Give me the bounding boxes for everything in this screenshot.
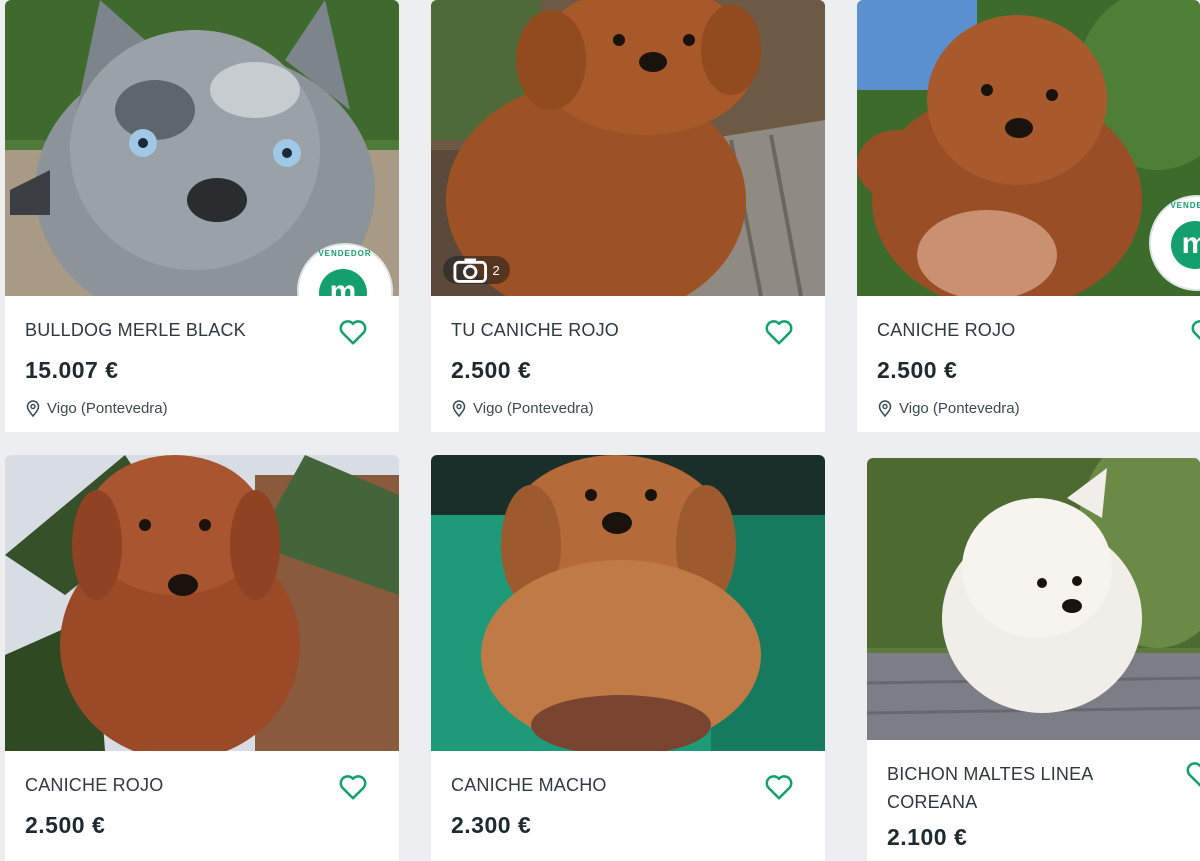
listing-title: TU CANICHE ROJO — [451, 320, 620, 340]
listing-price: 2.500 € — [451, 357, 532, 383]
listing-card[interactable]: 2 TU CANICHE ROJO 2.500 € Vigo (Ponteved… — [431, 0, 825, 432]
listing-photo[interactable] — [431, 455, 825, 751]
listing-card[interactable]: BICHON MALTES LINEA COREANA 2.100 € — [867, 458, 1200, 861]
location-pin-icon — [452, 400, 466, 417]
location-text: Vigo (Pontevedra) — [47, 400, 168, 417]
listing-price: 2.300 € — [451, 812, 532, 838]
listing-card[interactable]: CANICHE MACHO 2.300 € — [431, 455, 825, 861]
listing-price: 2.500 € — [877, 357, 958, 383]
listing-photo[interactable] — [5, 455, 399, 751]
location-pin-icon — [878, 400, 892, 417]
listing-card[interactable]: VENDEDOR m CANICHE ROJO 2.500 € Vigo (Po… — [857, 0, 1200, 432]
heart-icon[interactable] — [764, 318, 794, 346]
badge-ring-text: VENDEDOR — [1170, 201, 1200, 210]
listing-photo[interactable]: 2 — [431, 0, 825, 296]
location-text: Vigo (Pontevedra) — [473, 400, 594, 417]
listing-photo[interactable] — [867, 458, 1200, 740]
photo-count: 2 — [492, 262, 500, 278]
listing-price: 2.100 € — [887, 824, 968, 850]
listing-price: 15.007 € — [25, 357, 119, 383]
listing-title: BULLDOG MERLE BLACK — [25, 320, 246, 340]
maltese-photo — [867, 458, 1200, 740]
photo-counter: 2 — [443, 256, 510, 284]
badge-ring-text: VENDEDOR — [318, 249, 372, 258]
listing-card[interactable]: CANICHE ROJO 2.500 € — [5, 455, 399, 861]
listing-title: CANICHE ROJO — [877, 320, 1016, 340]
location-pin-icon — [26, 400, 40, 417]
location-text: Vigo (Pontevedra) — [899, 400, 1020, 417]
badge-logo: m — [319, 269, 367, 296]
listing-title: CANICHE MACHO — [451, 775, 607, 795]
heart-icon[interactable] — [338, 318, 368, 346]
listing-title-line2: COREANA — [887, 792, 978, 812]
listing-card[interactable]: VENDEDOR m BULLDOG MERLE BLACK 15.007 € … — [5, 0, 399, 432]
listing-price: 2.500 € — [25, 812, 106, 838]
listing-title: BICHON MALTES LINEA COREANA — [887, 760, 1094, 816]
heart-icon[interactable] — [764, 773, 794, 801]
heart-icon[interactable] — [338, 773, 368, 801]
listing-photo[interactable]: VENDEDOR m — [5, 0, 399, 296]
listing-location: Vigo (Pontevedra) — [25, 400, 168, 417]
listing-location: Vigo (Pontevedra) — [877, 400, 1020, 417]
poodle-green-wall-photo — [431, 455, 825, 751]
badge-logo: m — [1171, 221, 1200, 269]
poodle-hand-photo — [857, 0, 1200, 296]
poodle-deck-photo — [431, 0, 825, 296]
listing-location: Vigo (Pontevedra) — [451, 400, 594, 417]
listing-title: CANICHE ROJO — [25, 775, 164, 795]
listing-title-line1: BICHON MALTES LINEA — [887, 764, 1094, 784]
poodle-palm-photo — [5, 455, 399, 751]
listing-photo[interactable]: VENDEDOR m — [857, 0, 1200, 296]
heart-icon[interactable] — [1185, 760, 1200, 788]
heart-icon[interactable] — [1190, 318, 1200, 346]
seller-badge: VENDEDOR m — [297, 243, 393, 296]
camera-icon — [453, 258, 487, 283]
